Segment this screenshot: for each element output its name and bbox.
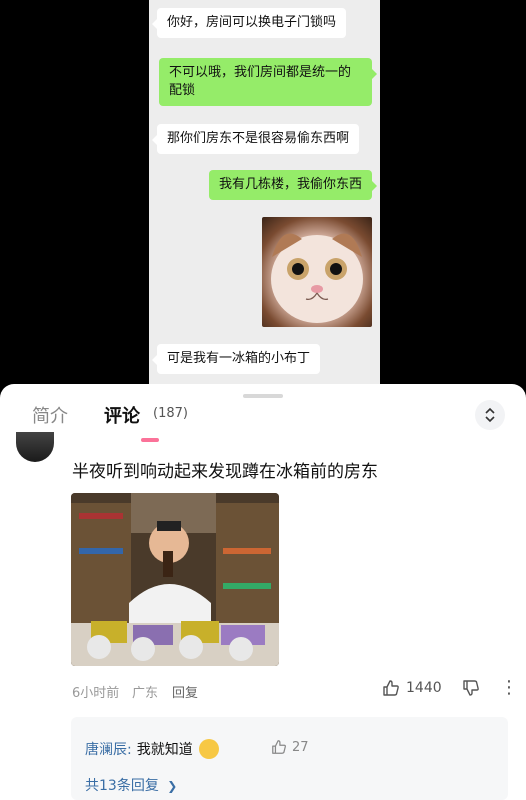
see-more-replies-link[interactable]: 共13条回复 ❯ [85, 775, 177, 795]
sort-icon [485, 407, 495, 423]
chat-message: 可是我有一冰箱的小布丁 [151, 344, 321, 374]
thumbs-up-icon [272, 740, 286, 754]
chat-message: 我有几栋楼，我偷你东西 [208, 170, 378, 200]
reply-username[interactable]: 唐澜辰: [85, 739, 132, 759]
reply-item: 唐澜辰: 我就知道 [85, 739, 219, 759]
reply-like-count: 27 [292, 739, 309, 755]
tab-indicator [141, 438, 159, 442]
chat-message-line: 配锁 [169, 83, 196, 98]
laughing-emoji-icon [198, 739, 219, 759]
chat-message-line: 不可以哦，我们房间都是统一的 [169, 65, 352, 80]
tab-intro[interactable]: 简介 [32, 402, 68, 428]
dislike-button[interactable] [462, 679, 480, 701]
chat-message: 你好，房间可以换电子门锁吗 [151, 8, 347, 38]
reply-text: 我就知道 [136, 742, 193, 758]
replies-box: 唐澜辰: 我就知道 27 共13条回复 ❯ [71, 717, 508, 800]
chat-message: 那你们房东不是很容易偷东西啊 [151, 124, 360, 154]
tab-comments[interactable]: 评论 [104, 402, 140, 428]
like-button[interactable]: 1440 [382, 679, 442, 697]
comments-sheet: 简介 评论 (187) 半夜听到响动起来发现蹲在冰箱前的房东 6小时前 广东 回… [0, 384, 526, 800]
comment-time: 6小时前 [72, 686, 120, 701]
drag-handle[interactable] [243, 394, 283, 398]
comment-text: 半夜听到响动起来发现蹲在冰箱前的房东 [72, 462, 378, 482]
chevron-right-icon: ❯ [167, 779, 178, 793]
avatar[interactable] [16, 432, 54, 462]
comment-count: (187) [153, 406, 188, 421]
thumbs-down-icon [463, 680, 479, 696]
cat-face-image [262, 217, 372, 327]
chat-screenshot: 你好，房间可以换电子门锁吗 不可以哦，我们房间都是统一的 配锁 那你们房东不是很… [149, 0, 380, 384]
video-area: 你好，房间可以换电子门锁吗 不可以哦，我们房间都是统一的 配锁 那你们房东不是很… [0, 0, 526, 384]
chat-message: 不可以哦，我们房间都是统一的 配锁 [159, 58, 377, 106]
like-count: 1440 [406, 680, 442, 696]
comment-location: 广东 [132, 686, 159, 701]
comment-image[interactable] [71, 493, 279, 666]
more-options-icon[interactable]: ⋮ [500, 677, 518, 698]
see-more-label: 共13条回复 [85, 778, 159, 794]
reply-like-button[interactable]: 27 [271, 739, 309, 755]
sort-button[interactable] [475, 400, 505, 430]
thumbs-up-icon [383, 680, 399, 696]
reply-button[interactable]: 回复 [172, 682, 198, 701]
